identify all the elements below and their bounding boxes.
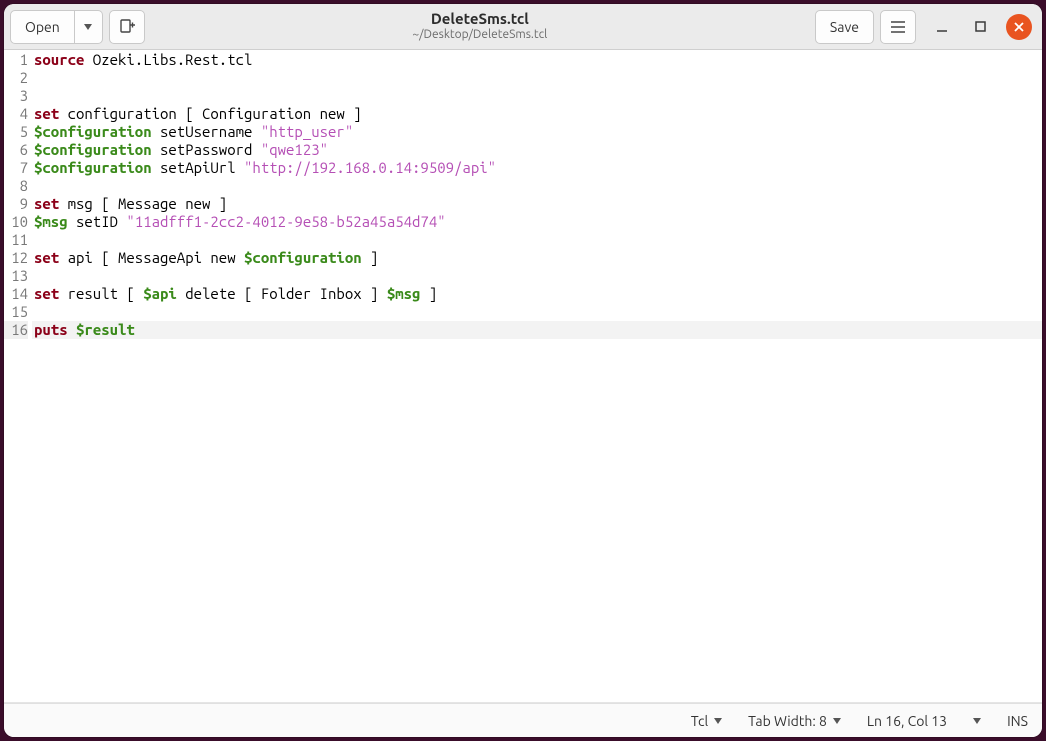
line-number: 15 xyxy=(4,303,28,321)
code-content[interactable]: source Ozeki.Libs.Rest.tcl set configurat… xyxy=(32,50,1042,702)
line-number: 14 xyxy=(4,285,28,303)
code-line: $configuration setApiUrl "http://192.168… xyxy=(34,159,1042,177)
code-line: $configuration setUsername "http_user" xyxy=(34,123,1042,141)
line-number: 12 xyxy=(4,249,28,267)
language-label: Tcl xyxy=(691,713,708,729)
titlebar: Open DeleteSms.tcl ~/Desktop/DeleteSms.t… xyxy=(4,4,1042,50)
minimize-icon xyxy=(935,20,949,34)
new-tab-button[interactable] xyxy=(109,10,145,44)
document-title: DeleteSms.tcl xyxy=(151,10,809,28)
insert-mode-toggle[interactable]: INS xyxy=(1007,713,1028,729)
code-line xyxy=(34,231,1042,249)
code-line xyxy=(34,267,1042,285)
editor-area[interactable]: 12345678910111213141516 source Ozeki.Lib… xyxy=(4,50,1042,703)
save-button[interactable]: Save xyxy=(815,10,874,44)
chevron-down-icon xyxy=(973,718,981,724)
code-line xyxy=(34,303,1042,321)
line-number: 10 xyxy=(4,213,28,231)
document-path: ~/Desktop/DeleteSms.tcl xyxy=(151,28,809,42)
chevron-down-icon xyxy=(84,24,92,30)
cursor-position-label: Ln 16, Col 13 xyxy=(867,713,947,729)
chevron-down-icon xyxy=(833,718,841,724)
line-number: 1 xyxy=(4,51,28,69)
open-recent-dropdown[interactable] xyxy=(75,10,103,44)
language-selector[interactable]: Tcl xyxy=(691,713,722,729)
code-line xyxy=(34,87,1042,105)
hamburger-icon xyxy=(890,20,906,34)
statusbar: Tcl Tab Width: 8 Ln 16, Col 13 INS xyxy=(4,703,1042,737)
tab-width-label: Tab Width: 8 xyxy=(748,713,827,729)
line-number: 6 xyxy=(4,141,28,159)
line-number: 7 xyxy=(4,159,28,177)
line-number: 8 xyxy=(4,177,28,195)
window-controls xyxy=(930,14,1032,40)
chevron-down-icon xyxy=(714,718,722,724)
code-line: set configuration [ Configuration new ] xyxy=(34,105,1042,123)
close-button[interactable] xyxy=(1006,14,1032,40)
line-number: 11 xyxy=(4,231,28,249)
new-document-icon xyxy=(118,18,136,36)
line-number: 3 xyxy=(4,87,28,105)
code-line xyxy=(34,69,1042,87)
line-number: 16 xyxy=(4,321,28,339)
code-line: set result [ $api delete [ Folder Inbox … xyxy=(34,285,1042,303)
code-line xyxy=(34,177,1042,195)
editor-window: Open DeleteSms.tcl ~/Desktop/DeleteSms.t… xyxy=(4,4,1042,737)
code-line: set api [ MessageApi new $configuration … xyxy=(34,249,1042,267)
open-button-group: Open xyxy=(10,10,103,44)
code-line: $msg setID "11adfff1-2cc2-4012-9e58-b52a… xyxy=(34,213,1042,231)
close-icon xyxy=(1013,21,1025,33)
maximize-button[interactable] xyxy=(968,15,992,39)
code-line: puts $result xyxy=(34,321,1042,339)
line-number: 13 xyxy=(4,267,28,285)
hamburger-menu-button[interactable] xyxy=(880,10,916,44)
line-number-gutter: 12345678910111213141516 xyxy=(4,50,32,702)
line-number: 2 xyxy=(4,69,28,87)
cursor-position[interactable]: Ln 16, Col 13 xyxy=(867,713,947,729)
line-number: 9 xyxy=(4,195,28,213)
code-line: set msg [ Message new ] xyxy=(34,195,1042,213)
line-number: 5 xyxy=(4,123,28,141)
open-button[interactable]: Open xyxy=(10,10,75,44)
maximize-icon xyxy=(974,20,987,33)
title-area: DeleteSms.tcl ~/Desktop/DeleteSms.tcl xyxy=(151,10,809,42)
code-line: $configuration setPassword "qwe123" xyxy=(34,141,1042,159)
code-line: source Ozeki.Libs.Rest.tcl xyxy=(34,51,1042,69)
insert-mode-label: INS xyxy=(1007,713,1028,729)
line-number: 4 xyxy=(4,105,28,123)
tab-width-selector[interactable]: Tab Width: 8 xyxy=(748,713,841,729)
goto-line-dropdown[interactable] xyxy=(973,718,981,724)
minimize-button[interactable] xyxy=(930,15,954,39)
